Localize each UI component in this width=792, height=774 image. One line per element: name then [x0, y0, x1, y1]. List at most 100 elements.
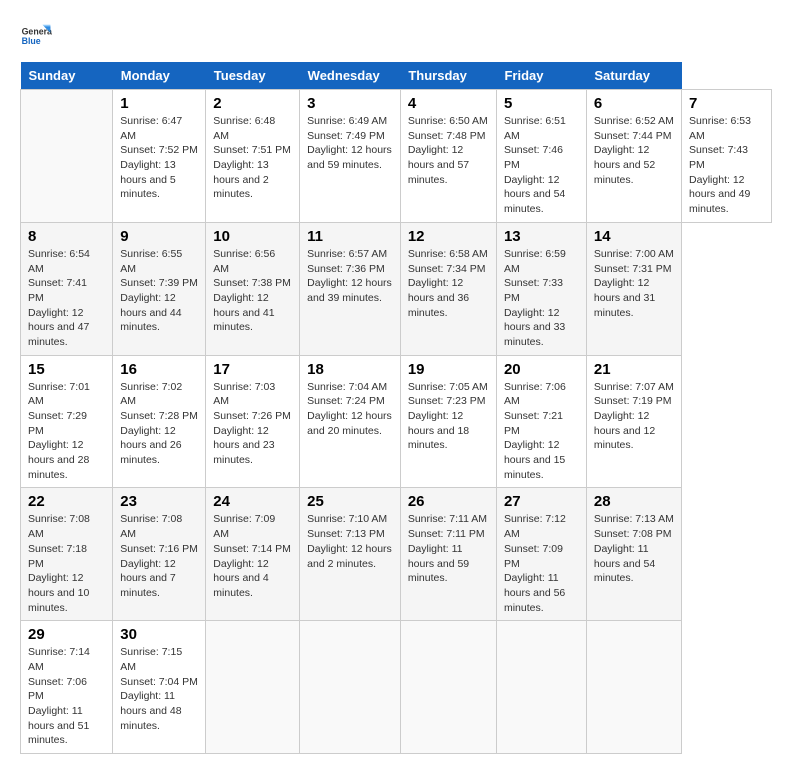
- day-number: 14: [594, 228, 674, 245]
- day-info: Sunrise: 6:56 AMSunset: 7:38 PMDaylight:…: [213, 248, 291, 333]
- day-number: 1: [120, 95, 198, 112]
- calendar-day-2: 2 Sunrise: 6:48 AMSunset: 7:51 PMDayligh…: [206, 90, 300, 223]
- day-number: 19: [408, 361, 489, 378]
- day-number: 26: [408, 493, 489, 510]
- col-header-wednesday: Wednesday: [300, 62, 401, 90]
- calendar-day-4: 4 Sunrise: 6:50 AMSunset: 7:48 PMDayligh…: [400, 90, 496, 223]
- calendar-day-14: 14 Sunrise: 7:00 AMSunset: 7:31 PMDaylig…: [586, 222, 681, 355]
- empty-cell: [400, 621, 496, 754]
- day-number: 3: [307, 95, 393, 112]
- day-info: Sunrise: 7:14 AMSunset: 7:06 PMDaylight:…: [28, 646, 90, 746]
- calendar-day-25: 25 Sunrise: 7:10 AMSunset: 7:13 PMDaylig…: [300, 488, 401, 621]
- logo-icon: General Blue: [20, 20, 52, 52]
- calendar-day-6: 6 Sunrise: 6:52 AMSunset: 7:44 PMDayligh…: [586, 90, 681, 223]
- day-number: 27: [504, 493, 579, 510]
- day-info: Sunrise: 7:08 AMSunset: 7:16 PMDaylight:…: [120, 513, 198, 598]
- day-number: 20: [504, 361, 579, 378]
- day-info: Sunrise: 6:49 AMSunset: 7:49 PMDaylight:…: [307, 115, 392, 171]
- col-header-sunday: Sunday: [21, 62, 113, 90]
- calendar-day-27: 27 Sunrise: 7:12 AMSunset: 7:09 PMDaylig…: [496, 488, 586, 621]
- day-number: 30: [120, 626, 198, 643]
- day-number: 13: [504, 228, 579, 245]
- day-number: 11: [307, 228, 393, 245]
- calendar-day-8: 8 Sunrise: 6:54 AMSunset: 7:41 PMDayligh…: [21, 222, 113, 355]
- day-info: Sunrise: 6:54 AMSunset: 7:41 PMDaylight:…: [28, 248, 90, 348]
- calendar-day-18: 18 Sunrise: 7:04 AMSunset: 7:24 PMDaylig…: [300, 355, 401, 488]
- calendar-day-13: 13 Sunrise: 6:59 AMSunset: 7:33 PMDaylig…: [496, 222, 586, 355]
- day-info: Sunrise: 6:59 AMSunset: 7:33 PMDaylight:…: [504, 248, 566, 348]
- day-info: Sunrise: 7:04 AMSunset: 7:24 PMDaylight:…: [307, 381, 392, 437]
- calendar-day-7: 7 Sunrise: 6:53 AMSunset: 7:43 PMDayligh…: [682, 90, 772, 223]
- calendar-day-12: 12 Sunrise: 6:58 AMSunset: 7:34 PMDaylig…: [400, 222, 496, 355]
- day-info: Sunrise: 7:05 AMSunset: 7:23 PMDaylight:…: [408, 381, 488, 452]
- day-number: 7: [689, 95, 764, 112]
- day-number: 8: [28, 228, 105, 245]
- day-info: Sunrise: 7:03 AMSunset: 7:26 PMDaylight:…: [213, 381, 291, 466]
- day-number: 10: [213, 228, 292, 245]
- day-number: 2: [213, 95, 292, 112]
- calendar-table: SundayMondayTuesdayWednesdayThursdayFrid…: [20, 62, 772, 754]
- calendar-week-1: 8 Sunrise: 6:54 AMSunset: 7:41 PMDayligh…: [21, 222, 772, 355]
- day-number: 25: [307, 493, 393, 510]
- day-number: 12: [408, 228, 489, 245]
- day-info: Sunrise: 6:51 AMSunset: 7:46 PMDaylight:…: [504, 115, 566, 215]
- col-header-friday: Friday: [496, 62, 586, 90]
- day-info: Sunrise: 6:47 AMSunset: 7:52 PMDaylight:…: [120, 115, 198, 200]
- day-info: Sunrise: 6:52 AMSunset: 7:44 PMDaylight:…: [594, 115, 674, 186]
- calendar-week-3: 22 Sunrise: 7:08 AMSunset: 7:18 PMDaylig…: [21, 488, 772, 621]
- day-number: 29: [28, 626, 105, 643]
- day-number: 6: [594, 95, 674, 112]
- day-number: 18: [307, 361, 393, 378]
- day-info: Sunrise: 7:15 AMSunset: 7:04 PMDaylight:…: [120, 646, 198, 731]
- logo: General Blue: [20, 20, 52, 52]
- day-number: 16: [120, 361, 198, 378]
- day-info: Sunrise: 7:01 AMSunset: 7:29 PMDaylight:…: [28, 381, 90, 481]
- calendar-day-19: 19 Sunrise: 7:05 AMSunset: 7:23 PMDaylig…: [400, 355, 496, 488]
- calendar-day-30: 30 Sunrise: 7:15 AMSunset: 7:04 PMDaylig…: [113, 621, 206, 754]
- calendar-day-1: 1 Sunrise: 6:47 AMSunset: 7:52 PMDayligh…: [113, 90, 206, 223]
- day-info: Sunrise: 7:09 AMSunset: 7:14 PMDaylight:…: [213, 513, 291, 598]
- day-number: 24: [213, 493, 292, 510]
- day-info: Sunrise: 6:53 AMSunset: 7:43 PMDaylight:…: [689, 115, 751, 215]
- calendar-day-17: 17 Sunrise: 7:03 AMSunset: 7:26 PMDaylig…: [206, 355, 300, 488]
- day-info: Sunrise: 6:58 AMSunset: 7:34 PMDaylight:…: [408, 248, 488, 319]
- day-info: Sunrise: 7:07 AMSunset: 7:19 PMDaylight:…: [594, 381, 674, 452]
- calendar-day-24: 24 Sunrise: 7:09 AMSunset: 7:14 PMDaylig…: [206, 488, 300, 621]
- calendar-day-5: 5 Sunrise: 6:51 AMSunset: 7:46 PMDayligh…: [496, 90, 586, 223]
- page-header: General Blue: [20, 20, 772, 52]
- calendar-day-16: 16 Sunrise: 7:02 AMSunset: 7:28 PMDaylig…: [113, 355, 206, 488]
- header-row: SundayMondayTuesdayWednesdayThursdayFrid…: [21, 62, 772, 90]
- col-header-thursday: Thursday: [400, 62, 496, 90]
- calendar-day-29: 29 Sunrise: 7:14 AMSunset: 7:06 PMDaylig…: [21, 621, 113, 754]
- empty-cell: [496, 621, 586, 754]
- calendar-day-11: 11 Sunrise: 6:57 AMSunset: 7:36 PMDaylig…: [300, 222, 401, 355]
- day-info: Sunrise: 6:50 AMSunset: 7:48 PMDaylight:…: [408, 115, 488, 186]
- calendar-day-22: 22 Sunrise: 7:08 AMSunset: 7:18 PMDaylig…: [21, 488, 113, 621]
- calendar-day-23: 23 Sunrise: 7:08 AMSunset: 7:16 PMDaylig…: [113, 488, 206, 621]
- calendar-day-21: 21 Sunrise: 7:07 AMSunset: 7:19 PMDaylig…: [586, 355, 681, 488]
- calendar-week-0: 1 Sunrise: 6:47 AMSunset: 7:52 PMDayligh…: [21, 90, 772, 223]
- calendar-day-9: 9 Sunrise: 6:55 AMSunset: 7:39 PMDayligh…: [113, 222, 206, 355]
- calendar-day-28: 28 Sunrise: 7:13 AMSunset: 7:08 PMDaylig…: [586, 488, 681, 621]
- day-info: Sunrise: 7:10 AMSunset: 7:13 PMDaylight:…: [307, 513, 392, 569]
- day-number: 15: [28, 361, 105, 378]
- calendar-day-20: 20 Sunrise: 7:06 AMSunset: 7:21 PMDaylig…: [496, 355, 586, 488]
- calendar-day-3: 3 Sunrise: 6:49 AMSunset: 7:49 PMDayligh…: [300, 90, 401, 223]
- day-info: Sunrise: 7:13 AMSunset: 7:08 PMDaylight:…: [594, 513, 674, 584]
- calendar-week-4: 29 Sunrise: 7:14 AMSunset: 7:06 PMDaylig…: [21, 621, 772, 754]
- calendar-day-10: 10 Sunrise: 6:56 AMSunset: 7:38 PMDaylig…: [206, 222, 300, 355]
- day-number: 17: [213, 361, 292, 378]
- col-header-saturday: Saturday: [586, 62, 681, 90]
- day-info: Sunrise: 7:02 AMSunset: 7:28 PMDaylight:…: [120, 381, 198, 466]
- calendar-day-15: 15 Sunrise: 7:01 AMSunset: 7:29 PMDaylig…: [21, 355, 113, 488]
- day-number: 4: [408, 95, 489, 112]
- empty-cell: [300, 621, 401, 754]
- day-info: Sunrise: 6:57 AMSunset: 7:36 PMDaylight:…: [307, 248, 392, 304]
- empty-cell: [586, 621, 681, 754]
- day-number: 5: [504, 95, 579, 112]
- day-number: 23: [120, 493, 198, 510]
- day-info: Sunrise: 7:12 AMSunset: 7:09 PMDaylight:…: [504, 513, 566, 613]
- col-header-monday: Monday: [113, 62, 206, 90]
- day-number: 9: [120, 228, 198, 245]
- empty-cell: [21, 90, 113, 223]
